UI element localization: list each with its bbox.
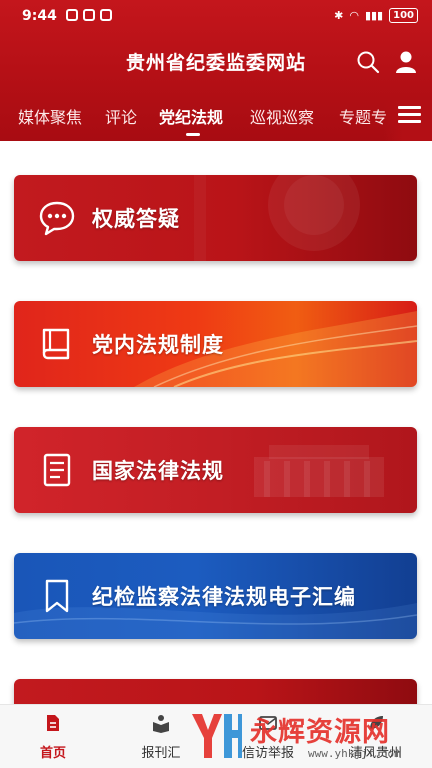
- card-label: 权威答疑: [92, 207, 180, 231]
- card-authoritative-qa[interactable]: 权威答疑: [14, 175, 417, 261]
- nav-label: 首页: [39, 746, 66, 761]
- category-tabs: 媒体聚焦 评论 党纪法规 巡视巡察 专题专: [0, 100, 432, 141]
- alarm-icon: [100, 9, 112, 21]
- card-label: 国家法律法规: [92, 459, 224, 483]
- wifi-icon: ◠: [349, 9, 359, 22]
- search-icon[interactable]: [356, 50, 380, 74]
- status-notification-icons: [66, 9, 112, 21]
- status-right-icons: ✱ ◠ ▮▮▮ 100: [334, 8, 418, 23]
- watermark: 永辉资源网 www.yhkjjf.com: [188, 708, 428, 766]
- app-header: 9:44 ✱ ◠ ▮▮▮ 100 贵州省纪委监委网站 媒体聚焦 评论 党纪法规 …: [0, 0, 432, 141]
- user-icon[interactable]: [395, 50, 417, 74]
- card-national-laws[interactable]: 国家法律法规: [14, 427, 417, 513]
- tab-special-topics[interactable]: 专题专: [339, 104, 387, 128]
- card-label: 党内法规制度: [92, 333, 224, 357]
- home-document-icon: [47, 715, 59, 731]
- chat-bubble-icon: [39, 201, 75, 236]
- status-time: 9:44: [22, 8, 57, 24]
- bluetooth-icon: ✱: [334, 9, 344, 22]
- eye-icon: [66, 9, 78, 21]
- watermark-url: www.yhkjjf.com: [308, 747, 401, 760]
- signal-icon: ▮▮▮: [364, 9, 384, 22]
- tab-commentary[interactable]: 评论: [105, 104, 137, 128]
- status-bar: 9:44 ✱ ◠ ▮▮▮ 100: [0, 0, 432, 34]
- card-label: 纪检监察法律法规电子汇编: [92, 585, 356, 609]
- card-discipline-law-compilation[interactable]: 纪检监察法律法规电子汇编: [14, 553, 417, 639]
- newspaper-icon: [153, 715, 169, 733]
- document-icon: [43, 453, 71, 487]
- tab-media-focus[interactable]: 媒体聚焦: [18, 104, 82, 128]
- book-icon: [42, 328, 70, 360]
- nav-home[interactable]: 首页: [13, 713, 93, 761]
- bookmark-icon: [45, 579, 69, 613]
- watermark-logo-icon: [192, 714, 242, 758]
- active-tab-indicator: [186, 133, 200, 136]
- tab-inspection[interactable]: 巡视巡察: [250, 104, 314, 128]
- tab-party-regulations[interactable]: 党纪法规: [159, 104, 223, 128]
- battery-indicator: 100: [389, 8, 418, 23]
- card-party-regulations[interactable]: 党内法规制度: [14, 301, 417, 387]
- menu-icon[interactable]: [398, 106, 421, 124]
- watermark-title: 永辉资源网: [250, 717, 390, 748]
- n-icon: [83, 9, 95, 21]
